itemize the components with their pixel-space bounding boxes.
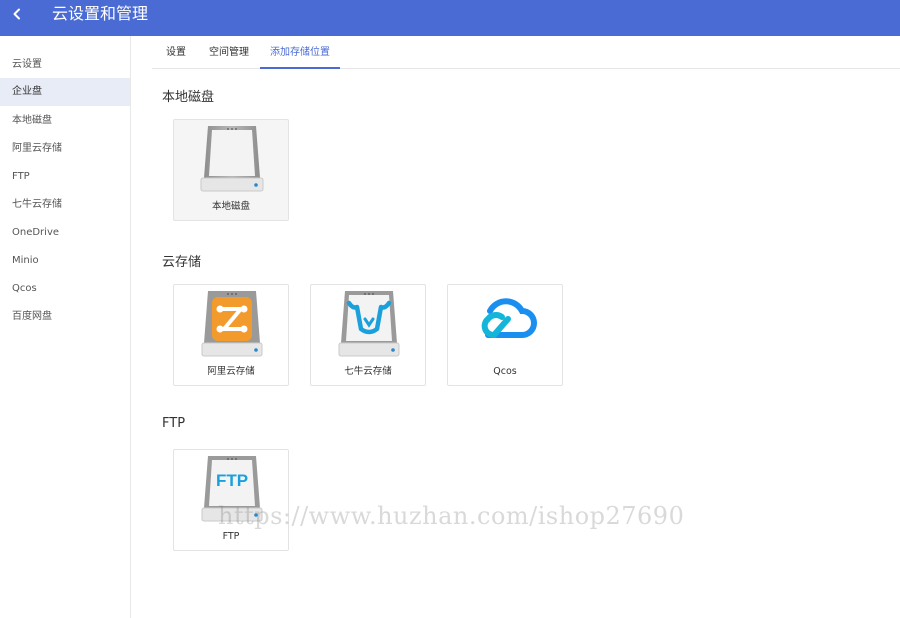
storage-card-ftp[interactable]: FTP FTP [173, 449, 289, 551]
card-label: 本地磁盘 [211, 201, 250, 212]
sidebar-item-cloud-settings[interactable]: 云设置 [0, 51, 130, 79]
ftp-drive-icon: FTP [201, 456, 263, 522]
qiniu-drive-icon [338, 291, 400, 357]
page-title: 云设置和管理 [52, 4, 149, 23]
card-label: FTP [222, 531, 240, 542]
storage-card-qcos[interactable]: Qcos [447, 284, 563, 386]
card-label: Qcos [493, 366, 517, 377]
ftp-icon-text: FTP [216, 471, 248, 490]
tab-bar: 设置 空间管理 添加存储位置 [152, 36, 900, 69]
sidebar-item-qcos[interactable]: Qcos [0, 275, 130, 303]
section-title-ftp: FTP [162, 416, 186, 431]
storage-card-aliyun[interactable]: 阿里云存储 [173, 284, 289, 386]
sidebar-item-baidu[interactable]: 百度网盘 [0, 303, 130, 331]
sidebar-item-qiniu[interactable]: 七牛云存储 [0, 191, 130, 219]
storage-card-qiniu[interactable]: 七牛云存储 [310, 284, 426, 386]
sidebar-item-aliyun[interactable]: 阿里云存储 [0, 135, 130, 163]
sidebar-item-local-disk[interactable]: 本地磁盘 [0, 107, 130, 135]
sidebar-item-minio[interactable]: Minio [0, 247, 130, 275]
chevron-left-icon [13, 8, 20, 20]
sidebar-item-ftp[interactable]: FTP [0, 163, 130, 191]
aliyun-drive-icon [201, 291, 263, 357]
app-header: 云设置和管理 [0, 0, 900, 36]
storage-card-local-disk[interactable]: 本地磁盘 [173, 119, 289, 221]
tencent-cloud-icon [481, 298, 537, 338]
card-label: 七牛云存储 [344, 366, 392, 377]
sidebar-item-enterprise-disk[interactable]: 企业盘 [0, 78, 130, 106]
tab-space-management[interactable]: 空间管理 [202, 36, 256, 69]
section-title-cloud: 云存储 [162, 255, 202, 270]
card-label: 阿里云存储 [207, 366, 255, 377]
section-title-local: 本地磁盘 [162, 90, 215, 105]
back-button[interactable] [6, 3, 28, 25]
tab-settings[interactable]: 设置 [160, 36, 192, 69]
sidebar-item-onedrive[interactable]: OneDrive [0, 219, 130, 247]
sidebar: 云设置 企业盘 本地磁盘 阿里云存储 FTP 七牛云存储 OneDrive Mi… [0, 36, 131, 618]
hard-drive-icon [200, 126, 264, 192]
tab-add-storage[interactable]: 添加存储位置 [260, 36, 340, 69]
